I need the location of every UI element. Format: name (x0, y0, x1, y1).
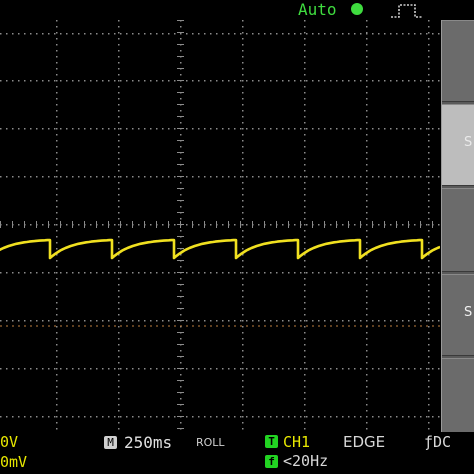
top-status-bar: Auto (0, 0, 474, 20)
horizontal-badge: M (104, 436, 117, 449)
channel-1-trace (0, 238, 440, 260)
channel-offset: 0mV (0, 453, 28, 471)
soft-key-4[interactable]: S (442, 274, 474, 356)
rising-edge-pulse-icon (391, 4, 423, 18)
soft-key-4-label: S (464, 305, 473, 320)
soft-key-panel: S S (441, 20, 474, 434)
soft-key-1[interactable] (442, 20, 474, 102)
frequency-badge: f (265, 455, 278, 468)
waveform-display[interactable] (0, 20, 440, 432)
trigger-mode-label: Auto (298, 0, 337, 19)
trigger-status-dot (351, 3, 363, 15)
trigger-badge: T (265, 435, 278, 448)
soft-key-2[interactable]: S (442, 104, 474, 186)
trigger-source[interactable]: CH1 (283, 433, 310, 451)
soft-key-3[interactable] (442, 188, 474, 272)
soft-key-2-label: S (464, 135, 473, 150)
acquisition-mode: ROLL (196, 436, 225, 449)
frequency-readout: <20Hz (283, 452, 329, 470)
bottom-status-bar: 0V 0mV M 250ms ROLL T CH1 EDGE ƒDC f <20… (0, 432, 474, 474)
soft-key-5[interactable] (442, 358, 474, 434)
channel-scale: 0V (0, 433, 19, 451)
trigger-type[interactable]: EDGE (343, 433, 385, 451)
trigger-coupling[interactable]: ƒDC (424, 433, 451, 451)
timebase-value[interactable]: 250ms (124, 433, 172, 452)
graticule (0, 20, 440, 430)
